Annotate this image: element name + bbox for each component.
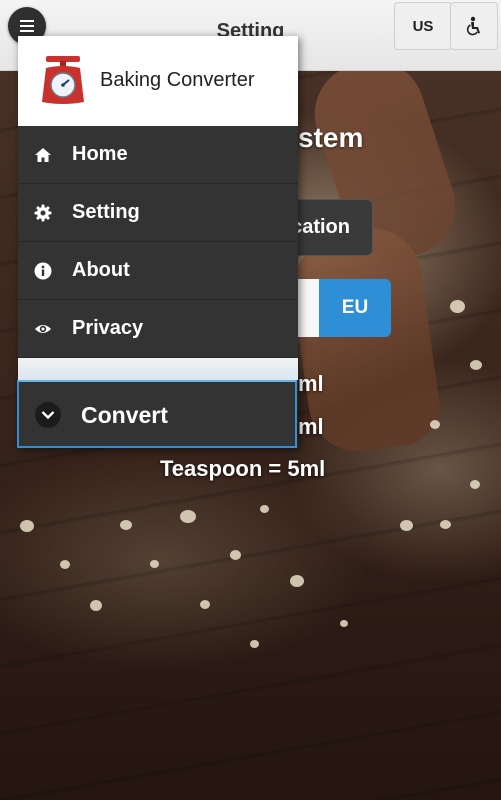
menu-item-home[interactable]: Home <box>18 126 298 184</box>
menu-item-about[interactable]: About <box>18 242 298 300</box>
flour-crumb <box>290 575 304 587</box>
measurement-line: ml <box>298 414 324 439</box>
flour-crumb <box>440 520 451 529</box>
system-heading: stem <box>298 122 364 153</box>
flour-crumb <box>470 480 480 489</box>
region-eu-label: EU <box>341 297 369 318</box>
convert-label: Convert <box>81 402 168 428</box>
flour-crumb <box>340 620 348 627</box>
menu-item-setting[interactable]: Setting <box>18 184 298 242</box>
flour-crumb <box>250 640 259 648</box>
flour-crumb <box>260 505 269 513</box>
measurement-line: ml <box>298 371 324 396</box>
flour-crumb <box>450 300 465 313</box>
menu-item-label: Privacy <box>72 317 144 339</box>
navigation-drawer: Baking Converter Home Setting About Priv… <box>17 36 298 448</box>
flour-crumb <box>20 520 34 532</box>
home-icon <box>35 148 51 162</box>
us-unit-button[interactable]: US <box>394 2 452 50</box>
flour-crumb <box>430 420 440 429</box>
menu-item-label: Home <box>72 143 128 165</box>
menu-item-privacy[interactable]: Privacy <box>18 300 298 358</box>
accessibility-icon <box>466 16 480 36</box>
drawer-divider <box>18 358 298 380</box>
flour-crumb <box>470 360 482 370</box>
eye-icon <box>35 325 51 333</box>
flour-crumb <box>400 520 413 531</box>
chevron-down-icon <box>35 402 61 428</box>
hamburger-menu-icon <box>20 20 34 22</box>
flour-crumb <box>230 550 241 560</box>
flour-crumb <box>60 560 70 569</box>
measurement-line: Teaspoon = 5ml <box>160 456 326 481</box>
flour-crumb <box>180 510 196 523</box>
menu-item-label: Setting <box>72 201 140 223</box>
gear-icon <box>34 204 52 222</box>
flour-crumb <box>120 520 132 530</box>
info-icon <box>34 262 52 280</box>
us-unit-label: US <box>412 17 434 35</box>
region-option-eu[interactable]: EU <box>319 279 391 337</box>
drawer-header: Baking Converter <box>18 36 298 127</box>
flour-crumb <box>150 560 159 568</box>
flour-crumb <box>200 600 210 609</box>
app-name: Baking Converter <box>100 69 255 91</box>
menu-item-label: About <box>72 259 130 281</box>
flour-crumb <box>90 600 102 611</box>
accessibility-button[interactable] <box>450 2 498 50</box>
kitchen-scale-icon <box>42 56 84 104</box>
location-button-label: cation <box>291 216 350 238</box>
convert-button[interactable]: Convert <box>17 380 297 448</box>
